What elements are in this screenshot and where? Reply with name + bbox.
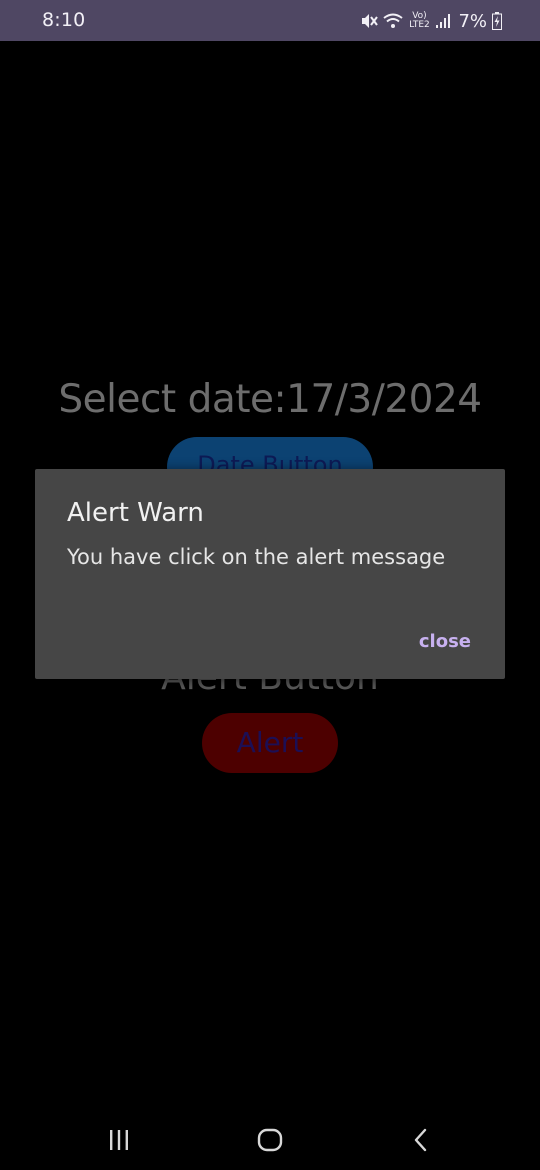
battery-percentage: 7% [458,10,487,32]
lte-icon: Vo) LTE2 [409,11,430,30]
alert-dialog: Alert Warn You have click on the alert m… [35,469,505,679]
signal-icon [435,13,451,29]
home-icon[interactable] [250,1125,290,1155]
screen: 8:10 Vo) LTE2 7% Select date:17/3/2024 D… [0,0,540,1170]
navigation-bar [0,1101,540,1170]
status-bar: 8:10 Vo) LTE2 7% [0,0,540,41]
status-time: 8:10 [42,9,86,31]
wifi-icon [383,13,404,29]
dialog-message: You have click on the alert message [67,545,446,569]
back-icon[interactable] [401,1125,441,1155]
close-button[interactable]: close [419,631,471,652]
alert-button[interactable]: Alert [202,713,338,773]
recents-icon[interactable] [99,1125,139,1155]
dialog-title: Alert Warn [67,498,204,528]
selected-date-label: Select date:17/3/2024 [58,377,482,422]
mute-icon [360,12,379,30]
status-icons: Vo) LTE2 7% [360,8,502,34]
battery-charging-icon [492,12,502,30]
